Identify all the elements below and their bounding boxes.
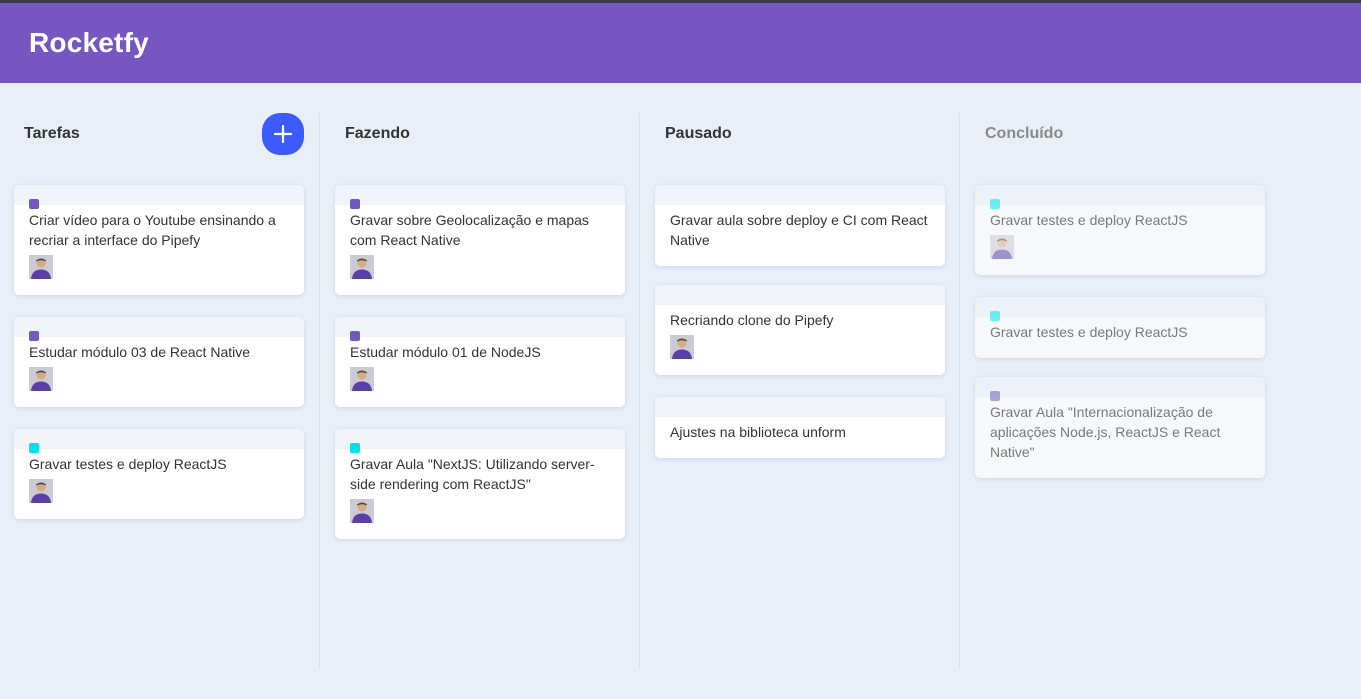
user-avatar: [29, 479, 53, 503]
card-content: Gravar Aula "Internacionalização de apli…: [990, 404, 1221, 460]
card-label: [990, 391, 1000, 401]
list-header: Fazendo: [320, 113, 640, 155]
card[interactable]: Estudar módulo 01 de NodeJS: [335, 317, 625, 407]
list-title: Tarefas: [24, 125, 80, 142]
list-tarefas: Tarefas Criar vídeo para o Youtube ensin…: [0, 113, 320, 669]
card-label: [29, 331, 39, 341]
card-label: [29, 443, 39, 453]
user-avatar: [350, 499, 374, 523]
app-header: Rocketfy: [0, 3, 1361, 83]
user-avatar: [670, 335, 694, 359]
card-label: [350, 199, 360, 209]
list-concluido: Concluído Gravar testes e deploy ReactJS…: [960, 113, 1280, 669]
card-label: [350, 443, 360, 453]
list-fazendo: Fazendo Gravar sobre Geolocalização e ma…: [320, 113, 640, 669]
card[interactable]: Criar vídeo para o Youtube ensinando a r…: [14, 185, 304, 295]
card-content: Gravar testes e deploy ReactJS: [990, 212, 1188, 228]
plus-icon: [273, 124, 293, 144]
card[interactable]: Estudar módulo 03 de React Native: [14, 317, 304, 407]
list-title: Pausado: [665, 125, 732, 142]
card[interactable]: Gravar testes e deploy ReactJS: [975, 185, 1265, 275]
user-avatar: [29, 367, 53, 391]
card-content: Gravar sobre Geolocalização e mapas com …: [350, 212, 589, 248]
card-content: Ajustes na biblioteca unform: [670, 424, 846, 440]
kanban-board: Tarefas Criar vídeo para o Youtube ensin…: [0, 83, 1361, 699]
user-avatar: [29, 255, 53, 279]
user-avatar: [350, 255, 374, 279]
card-label: [29, 199, 39, 209]
list-header: Tarefas: [0, 113, 320, 155]
card[interactable]: Recriando clone do Pipefy: [655, 285, 945, 375]
list-header: Pausado: [640, 113, 960, 155]
user-avatar: [990, 235, 1014, 259]
card-content: Estudar módulo 03 de React Native: [29, 344, 251, 360]
card[interactable]: Gravar testes e deploy ReactJS: [975, 297, 1265, 358]
card-content: Gravar testes e deploy ReactJS: [29, 456, 227, 472]
list-title: Concluído: [985, 125, 1064, 142]
card-content: Gravar Aula "NextJS: Utilizando server-s…: [350, 456, 595, 492]
card-label: [990, 199, 1000, 209]
card-content: Estudar módulo 01 de NodeJS: [350, 344, 541, 360]
card[interactable]: Gravar sobre Geolocalização e mapas com …: [335, 185, 625, 295]
add-card-button[interactable]: [262, 113, 304, 155]
card[interactable]: Gravar testes e deploy ReactJS: [14, 429, 304, 519]
card[interactable]: Gravar Aula "Internacionalização de apli…: [975, 377, 1265, 478]
list-pausado: Pausado Gravar aula sobre deploy e CI co…: [640, 113, 960, 669]
card-content: Gravar testes e deploy ReactJS: [990, 324, 1188, 340]
card[interactable]: Gravar Aula "NextJS: Utilizando server-s…: [335, 429, 625, 539]
list-header: Concluído: [960, 113, 1280, 155]
card-label: [990, 311, 1000, 321]
user-avatar: [350, 367, 374, 391]
card-content: Recriando clone do Pipefy: [670, 312, 834, 328]
app-title: Rocketfy: [29, 27, 149, 58]
card[interactable]: Gravar aula sobre deploy e CI com React …: [655, 185, 945, 266]
card-content: Gravar aula sobre deploy e CI com React …: [670, 212, 928, 248]
card-content: Criar vídeo para o Youtube ensinando a r…: [29, 212, 276, 248]
card-label: [350, 331, 360, 341]
list-title: Fazendo: [345, 125, 410, 142]
card[interactable]: Ajustes na biblioteca unform: [655, 397, 945, 458]
